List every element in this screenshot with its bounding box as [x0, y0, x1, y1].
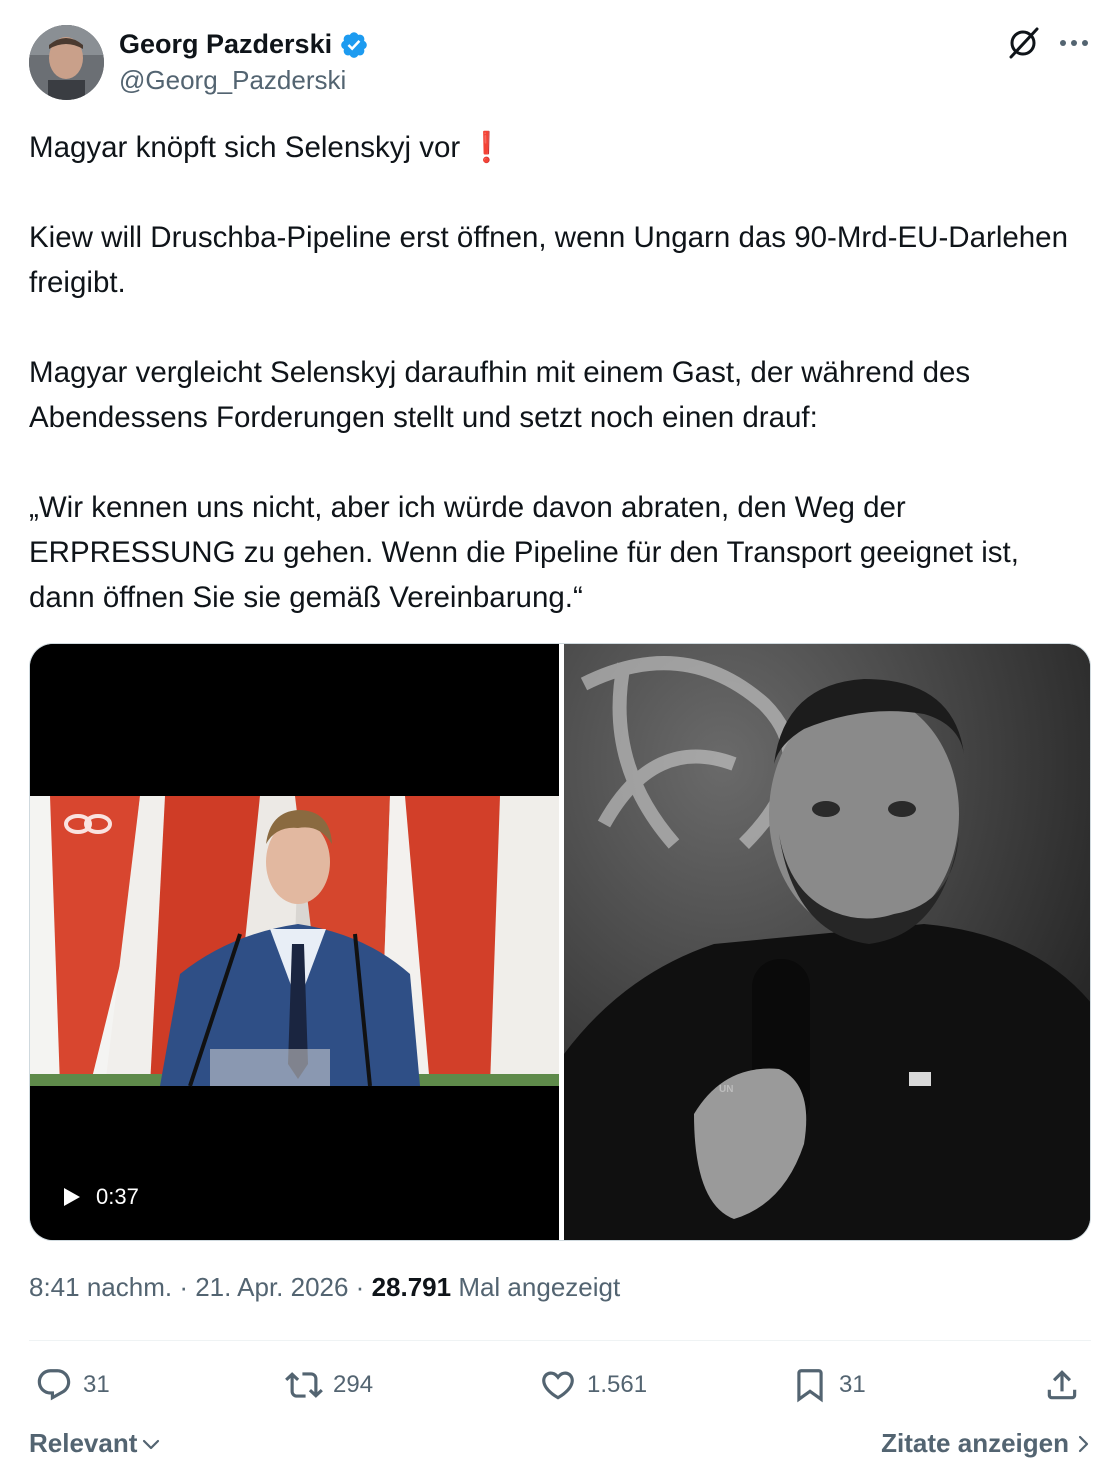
action-bar: 31 294 1.561 31 — [29, 1362, 1091, 1408]
divider — [29, 1340, 1091, 1341]
author-name[interactable]: Georg Pazderski — [119, 29, 369, 60]
tweet-date[interactable]: 21. Apr. 2026 — [195, 1272, 348, 1302]
bookmark-button[interactable]: 31 — [791, 1362, 866, 1408]
tweet-header: Georg Pazderski @Georg_Pazderski — [29, 25, 1091, 101]
views-label: Mal angezeigt — [451, 1272, 621, 1302]
bookmark-icon — [797, 1369, 823, 1403]
like-count: 1.561 — [587, 1371, 648, 1398]
tweet-text: Magyar knöpft sich Selenskyj vor ❗ Kiew … — [29, 125, 1091, 620]
tweet-line-1-text: Magyar knöpft sich Selenskyj vor — [29, 131, 461, 164]
view-quotes-link[interactable]: Zitate anzeigen — [881, 1428, 1091, 1459]
video-player[interactable]: 0:37 — [30, 644, 559, 1240]
chevron-right-icon — [1078, 1435, 1089, 1452]
sort-label: Relevant — [29, 1428, 138, 1458]
replies-footer: Relevant Zitate anzeigen — [29, 1428, 1091, 1464]
video-controls[interactable]: 0:37 — [60, 1184, 139, 1210]
like-button[interactable]: 1.561 — [539, 1362, 647, 1408]
tweet-time[interactable]: 8:41 nachm. — [29, 1272, 172, 1302]
media-grid: 0:37 UN — [29, 643, 1091, 1241]
author-handle[interactable]: @Georg_Pazderski — [119, 65, 346, 96]
tweet-paragraph-2: Kiew will Druschba-Pipeline erst öffnen,… — [29, 221, 1077, 299]
video-duration: 0:37 — [96, 1184, 139, 1209]
reply-button[interactable]: 31 — [35, 1362, 110, 1408]
repost-icon — [285, 1372, 323, 1398]
photo-image: UN — [564, 644, 1090, 1240]
sort-dropdown[interactable]: Relevant — [29, 1428, 161, 1459]
grok-icon[interactable] — [1005, 25, 1041, 61]
meta-separator: · — [348, 1272, 372, 1302]
share-button[interactable] — [1043, 1362, 1081, 1408]
bookmark-count: 31 — [839, 1371, 866, 1398]
tweet-paragraph-4: „Wir kennen uns nicht, aber ich würde da… — [29, 491, 1028, 614]
view-quotes-label: Zitate anzeigen — [881, 1428, 1069, 1458]
repost-count: 294 — [333, 1371, 374, 1398]
play-icon[interactable] — [60, 1186, 82, 1208]
tweet-line-1: Magyar knöpft sich Selenskyj vor ❗ — [29, 125, 1091, 170]
tweet-meta: 8:41 nachm. · 21. Apr. 2026 · 28.791 Mal… — [29, 1272, 620, 1303]
reply-count: 31 — [83, 1371, 110, 1398]
photo[interactable]: UN — [564, 644, 1090, 1240]
meta-separator: · — [172, 1272, 196, 1302]
views-count: 28.791 — [371, 1272, 452, 1302]
reply-icon — [37, 1369, 71, 1401]
exclamation-emoji-icon: ❗ — [468, 131, 506, 164]
heart-icon — [542, 1371, 574, 1400]
avatar[interactable] — [29, 25, 104, 100]
chevron-down-icon — [143, 1439, 160, 1449]
repost-button[interactable]: 294 — [285, 1362, 373, 1408]
author-name-text: Georg Pazderski — [119, 29, 333, 59]
svg-text:UN: UN — [719, 1084, 733, 1095]
video-frame-image — [30, 644, 559, 1240]
more-icon[interactable] — [1057, 31, 1091, 55]
tweet-paragraph-3: Magyar vergleicht Selenskyj daraufhin mi… — [29, 356, 977, 434]
verified-badge-icon — [341, 31, 367, 58]
share-icon — [1047, 1370, 1077, 1400]
